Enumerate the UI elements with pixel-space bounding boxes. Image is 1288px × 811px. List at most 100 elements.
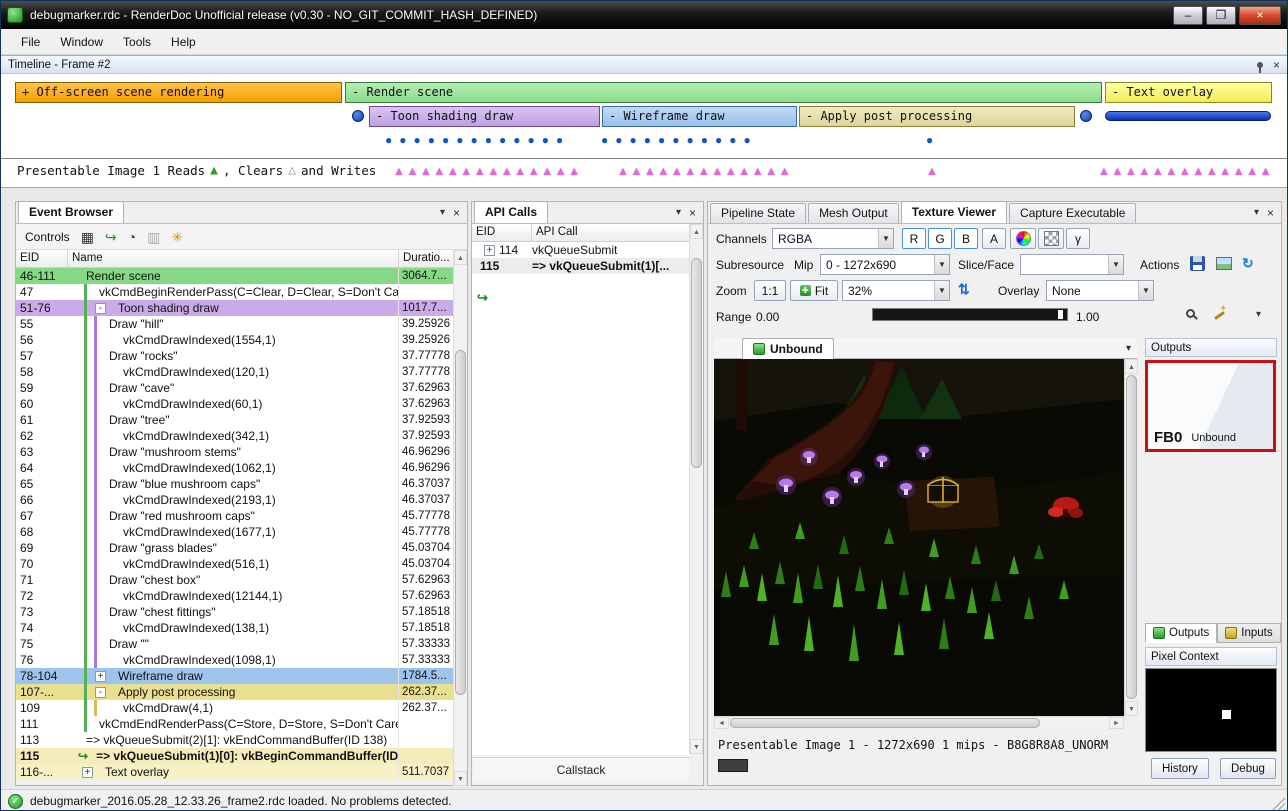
table-row[interactable]: 78-104 + Wireframe draw 1784.5...: [16, 668, 455, 684]
table-row[interactable]: 62 vkCmdDrawIndexed(342,1) 37.92593: [16, 428, 455, 444]
table-row[interactable]: 63 Draw "mushroom stems" 46.96296: [16, 444, 455, 460]
close-icon[interactable]: ×: [689, 207, 696, 219]
maximize-button[interactable]: ❐: [1206, 6, 1236, 25]
table-row[interactable]: 51-76 - Toon shading draw 1017.7...: [16, 300, 455, 316]
red-channel-button[interactable]: R: [902, 228, 926, 249]
table-row[interactable]: 65 Draw "blue mushroom caps" 46.37037: [16, 476, 455, 492]
resize-grip[interactable]: [1272, 797, 1285, 810]
save-icon[interactable]: [1190, 256, 1205, 271]
tab-unbound-texture[interactable]: Unbound: [742, 338, 834, 359]
timeline-panel[interactable]: + Off-screen scene rendering - Render sc…: [1, 74, 1287, 188]
debug-button[interactable]: Debug: [1220, 758, 1276, 779]
api-calls-scrollbar[interactable]: ▲ ▼: [689, 224, 703, 754]
table-row[interactable]: 107-... - Apply post processing 262.37..…: [16, 684, 455, 700]
expander-icon[interactable]: +: [484, 245, 495, 256]
goto-eid-icon[interactable]: ↪: [105, 230, 117, 244]
scroll-left-arrow[interactable]: ◄: [714, 717, 729, 729]
scroll-right-arrow[interactable]: ►: [1109, 717, 1124, 729]
timeline-bar-text-overlay[interactable]: - Text overlay: [1105, 82, 1272, 103]
table-row[interactable]: 46-111 Render scene 3064.7...: [16, 268, 455, 284]
scroll-down-arrow[interactable]: ▼: [1125, 701, 1138, 716]
toolbar-overflow-chevron[interactable]: ▾: [1256, 307, 1261, 323]
flip-y-icon[interactable]: ⇅: [958, 281, 970, 297]
table-row[interactable]: 71 Draw "chest box" 57.62963: [16, 572, 455, 588]
range-slider-handle[interactable]: [1058, 310, 1063, 319]
table-row[interactable]: 58 vkCmdDrawIndexed(120,1) 37.77778: [16, 364, 455, 380]
table-row[interactable]: 57 Draw "rocks" 37.77778: [16, 348, 455, 364]
expander-icon[interactable]: +: [95, 671, 106, 682]
zoom-range-icon[interactable]: [1186, 309, 1195, 318]
tab-outputs[interactable]: Outputs: [1145, 623, 1217, 643]
table-row[interactable]: 113 => vkQueueSubmit(2)[1]: vkEndCommand…: [16, 732, 455, 748]
panel-tab[interactable]: Capture Executable: [1009, 203, 1136, 223]
event-browser-column-headers[interactable]: EID Name Duratio...: [16, 250, 455, 268]
column-header-api-call[interactable]: API Call: [532, 224, 690, 241]
range-max-value[interactable]: 1.00: [1076, 310, 1099, 324]
export-image-icon[interactable]: [1216, 257, 1232, 270]
panel-tab[interactable]: Mesh Output: [808, 203, 899, 223]
pin-icon[interactable]: [1257, 62, 1263, 68]
timeline-bar-postprocess[interactable]: - Apply post processing: [799, 106, 1075, 127]
table-row[interactable]: 115 ↪ => vkQueueSubmit(1)[0]: vkBeginCom…: [16, 748, 455, 764]
table-row[interactable]: 64 vkCmdDrawIndexed(1062,1) 46.96296: [16, 460, 455, 476]
close-button[interactable]: ×: [1239, 6, 1281, 25]
zoom-value-combo[interactable]: 32% ▼: [842, 280, 950, 301]
table-row[interactable]: 72 vkCmdDrawIndexed(12144,1) 57.62963: [16, 588, 455, 604]
gamma-button[interactable]: γ: [1066, 228, 1090, 249]
filter-icon[interactable]: ▦: [81, 230, 94, 244]
scrollbar-thumb[interactable]: [691, 258, 702, 468]
zoom-1to1-button[interactable]: 1:1: [754, 280, 786, 301]
expander-icon[interactable]: -: [95, 303, 106, 314]
range-slider[interactable]: [872, 308, 1068, 321]
chevron-down-icon[interactable]: ▾: [676, 207, 681, 218]
menu-item[interactable]: Tools: [113, 31, 161, 53]
close-icon[interactable]: ×: [453, 207, 460, 219]
channels-dropdown[interactable]: RGBA ▼: [772, 228, 894, 249]
green-channel-button[interactable]: G: [928, 228, 952, 249]
event-marker-circle[interactable]: [1080, 110, 1092, 122]
column-header-name[interactable]: Name: [68, 250, 399, 267]
timeline-bar-offscreen[interactable]: + Off-screen scene rendering: [15, 82, 342, 103]
bookmark-icon[interactable]: ✳: [171, 230, 183, 244]
postprocess-event-dot[interactable]: ●: [926, 133, 940, 147]
scroll-up-arrow[interactable]: ▲: [690, 224, 703, 239]
texture-vertical-scrollbar[interactable]: ▲ ▼: [1124, 359, 1138, 716]
table-row[interactable]: 69 Draw "grass blades" 45.03704: [16, 540, 455, 556]
column-header-duration[interactable]: Duratio...: [399, 250, 455, 267]
scrollbar-thumb[interactable]: [730, 718, 1040, 728]
autofit-wand-icon[interactable]: [1212, 308, 1226, 322]
text-overlay-events-bar[interactable]: [1105, 111, 1271, 121]
expander-icon[interactable]: -: [95, 687, 106, 698]
menu-item[interactable]: File: [11, 31, 50, 53]
timeline-header[interactable]: Timeline - Frame #2 ×: [1, 55, 1287, 74]
table-row[interactable]: 111 vkCmdEndRenderPass(C=Store, D=Store,…: [16, 716, 455, 732]
timeline-bar-wireframe[interactable]: - Wireframe draw: [602, 106, 797, 127]
event-marker-circle[interactable]: [352, 110, 364, 122]
tab-inputs[interactable]: Inputs: [1217, 623, 1280, 643]
color-wheel-button[interactable]: [1010, 228, 1036, 249]
table-row[interactable]: 75 Draw "" 57.33333: [16, 636, 455, 652]
api-call-row[interactable]: 115 => vkQueueSubmit(1)[...: [472, 258, 690, 274]
scroll-down-arrow[interactable]: ▼: [690, 739, 703, 754]
table-row[interactable]: 66 vkCmdDrawIndexed(2193,1) 46.37037: [16, 492, 455, 508]
expander-icon[interactable]: +: [82, 767, 93, 778]
menu-item[interactable]: Help: [161, 31, 206, 53]
timeline-bar-toon[interactable]: - Toon shading draw: [369, 106, 600, 127]
table-row[interactable]: 76 vkCmdDrawIndexed(1098,1) 57.33333: [16, 652, 455, 668]
table-row[interactable]: 116-... + Text overlay 511.7037: [16, 764, 455, 780]
table-row[interactable]: 109 vkCmdDraw(4,1) 262.37...: [16, 700, 455, 716]
statistics-icon[interactable]: ▥: [147, 230, 160, 244]
scroll-up-arrow[interactable]: ▲: [1125, 359, 1138, 374]
menu-item[interactable]: Window: [50, 31, 113, 53]
toon-event-dots[interactable]: ●●●●●●●●●●●●●: [385, 133, 570, 147]
pixel-context-view[interactable]: [1145, 668, 1277, 752]
zoom-fit-button[interactable]: ✚ Fit: [790, 280, 838, 301]
range-min-value[interactable]: 0.00: [756, 310, 779, 324]
table-row[interactable]: 74 vkCmdDrawIndexed(138,1) 57.18518: [16, 620, 455, 636]
table-row[interactable]: 47 vkCmdBeginRenderPass(C=Clear, D=Clear…: [16, 284, 455, 300]
chevron-down-icon[interactable]: ▾: [440, 207, 445, 218]
alpha-channel-button[interactable]: A: [982, 228, 1006, 249]
overlay-dropdown[interactable]: None ▼: [1046, 280, 1154, 301]
table-row[interactable]: 60 vkCmdDrawIndexed(60,1) 37.62963: [16, 396, 455, 412]
table-row[interactable]: 61 Draw "tree" 37.92593: [16, 412, 455, 428]
